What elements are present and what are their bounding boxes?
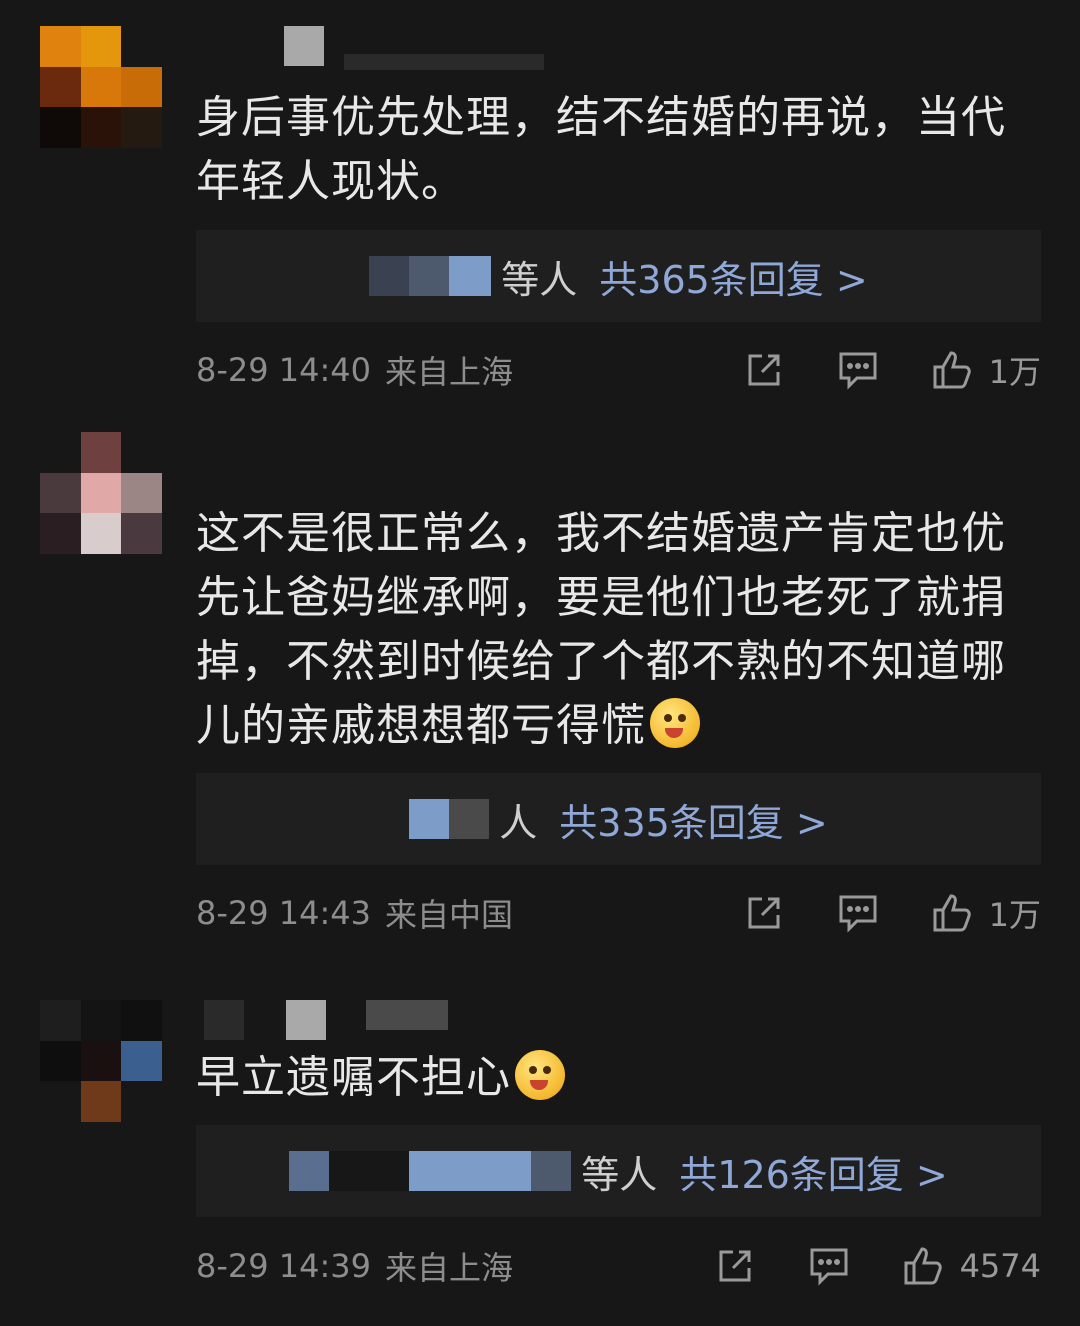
reply-users-blurred <box>369 256 492 296</box>
username-blurred[interactable] <box>284 26 554 70</box>
reply-users-label: 人 <box>499 800 538 845</box>
reply-count-link[interactable]: 共335条回复 > <box>559 792 827 847</box>
share-icon[interactable] <box>741 347 787 393</box>
reply-users-blurred <box>409 799 490 839</box>
username-blurred[interactable] <box>204 1000 454 1040</box>
share-icon[interactable] <box>712 1243 758 1289</box>
reply-summary[interactable]: 等人 共365条回复 > <box>196 230 1041 322</box>
comment-text: 这不是很正常么，我不结婚遗产肯定也优先让爸妈继承啊，要是他们也老死了就捐掉，不然… <box>196 508 1006 751</box>
thumbs-up-icon[interactable] <box>900 1243 946 1289</box>
reply-users-blurred <box>289 1151 572 1191</box>
location: 来自中国 <box>385 896 514 934</box>
timestamp: 8-29 14:39 <box>196 1247 372 1285</box>
comment-meta: 8-29 14:39 来自上海 4574 <box>196 1241 1041 1291</box>
location: 来自上海 <box>385 1249 514 1287</box>
like-count: 1万 <box>988 353 1041 391</box>
timestamp: 8-29 14:40 <box>196 351 372 389</box>
comment-meta: 8-29 14:43 来自中国 1万 <box>196 888 1041 938</box>
reply-users-label: 等人 <box>501 257 578 302</box>
reply-summary[interactable]: 等人 共126条回复 > <box>196 1125 1041 1217</box>
comment-icon[interactable] <box>835 347 881 393</box>
comment-text: 早立遗嘱不担心 <box>196 1046 1026 1110</box>
reply-count-link[interactable]: 共126条回复 > <box>679 1144 947 1199</box>
avatar[interactable] <box>40 26 162 148</box>
emoji-icon <box>515 1050 565 1100</box>
comment-icon[interactable] <box>835 890 881 936</box>
emoji-icon <box>650 698 700 748</box>
avatar[interactable] <box>40 432 162 554</box>
like-count: 4574 <box>959 1247 1041 1285</box>
avatar[interactable] <box>40 1000 162 1122</box>
reply-users-label: 等人 <box>581 1152 658 1197</box>
location: 来自上海 <box>385 353 514 391</box>
comment-meta: 8-29 14:40 来自上海 1万 <box>196 345 1041 395</box>
comment-text: 身后事优先处理，结不结婚的再说，当代年轻人现状。 <box>196 92 1006 207</box>
thumbs-up-icon[interactable] <box>929 347 975 393</box>
reply-count-link[interactable]: 共365条回复 > <box>599 249 867 304</box>
thumbs-up-icon[interactable] <box>929 890 975 936</box>
share-icon[interactable] <box>741 890 787 936</box>
reply-summary[interactable]: 人 共335条回复 > <box>196 773 1041 865</box>
like-count: 1万 <box>988 896 1041 934</box>
comment-icon[interactable] <box>806 1243 852 1289</box>
timestamp: 8-29 14:43 <box>196 894 372 932</box>
